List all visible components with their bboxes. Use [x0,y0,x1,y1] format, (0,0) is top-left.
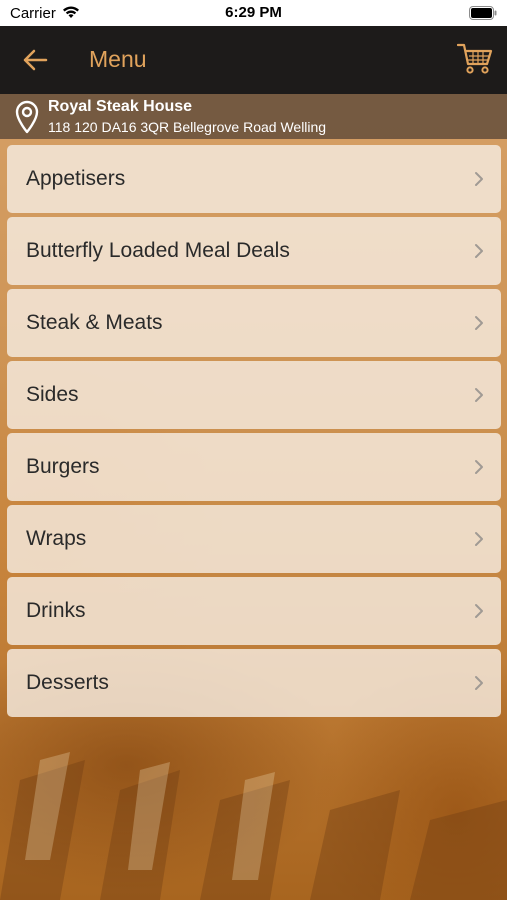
page-title: Menu [89,46,147,72]
menu-item-drinks[interactable]: Drinks [7,577,501,645]
menu-item-desserts[interactable]: Desserts [7,649,501,717]
chevron-right-icon [475,388,483,402]
chevron-right-icon [475,676,483,690]
cart-icon[interactable] [457,42,493,76]
menu-item-label: Drinks [26,599,86,622]
chevron-right-icon [475,460,483,474]
menu-item-wraps[interactable]: Wraps [7,505,501,573]
chevron-right-icon [475,604,483,618]
menu-item-appetisers[interactable]: Appetisers [7,145,501,213]
navigation-bar: Menu [0,26,507,94]
menu-item-butterfly-loaded-meal-deals[interactable]: Butterfly Loaded Meal Deals [7,217,501,285]
menu-item-steak-meats[interactable]: Steak & Meats [7,289,501,357]
chevron-right-icon [475,532,483,546]
restaurant-name: Royal Steak House [48,98,193,115]
clock: 6:29 PM [225,4,282,21]
arrow-left-icon[interactable] [22,48,48,72]
menu-item-label: Appetisers [26,167,126,190]
location-pin-icon [15,100,39,134]
menu-item-label: Steak & Meats [26,311,163,334]
menu-item-label: Butterfly Loaded Meal Deals [26,239,290,262]
menu-item-sides[interactable]: Sides [7,361,501,429]
restaurant-location-bar: Royal Steak House 118 120 DA16 3QR Belle… [0,94,507,139]
chevron-right-icon [475,316,483,330]
menu-item-burgers[interactable]: Burgers [7,433,501,501]
menu-item-label: Wraps [26,527,87,550]
menu-item-label: Desserts [26,671,109,694]
menu-item-label: Sides [26,383,79,406]
battery-icon [469,6,497,20]
menu-item-label: Burgers [26,455,100,478]
status-bar: Carrier 6:29 PM [0,0,507,26]
menu-category-list: Appetisers Butterfly Loaded Meal Deals S… [7,145,501,721]
chevron-right-icon [475,172,483,186]
restaurant-address: 118 120 DA16 3QR Bellegrove Road Welling [48,119,327,135]
chevron-right-icon [475,244,483,258]
